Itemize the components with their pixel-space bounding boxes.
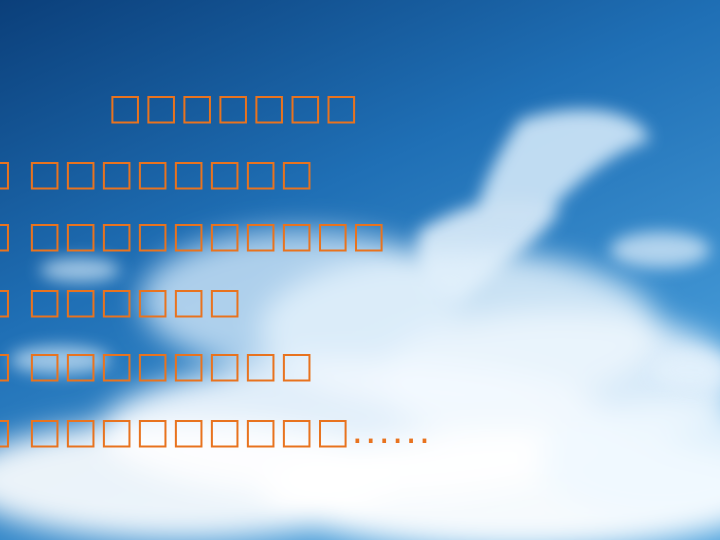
text-layer: □□□□□□□ □ □□□□□□□□ □ □□□□□□□□□□ □ □□□□□□… <box>0 0 720 540</box>
bullet-line-4: □ □□□□□□□□ <box>0 345 316 386</box>
bullet-line-2: □ □□□□□□□□□□ <box>0 215 388 256</box>
bullet-line-3: □ □□□□□□ <box>0 281 244 322</box>
bullet-line-1: □ □□□□□□□□ <box>0 153 316 194</box>
bullet-line-5: □ □□□□□□□□□...... <box>0 411 433 452</box>
slide: □□□□□□□ □ □□□□□□□□ □ □□□□□□□□□□ □ □□□□□□… <box>0 0 720 540</box>
slide-title: □□□□□□□ <box>108 87 361 128</box>
